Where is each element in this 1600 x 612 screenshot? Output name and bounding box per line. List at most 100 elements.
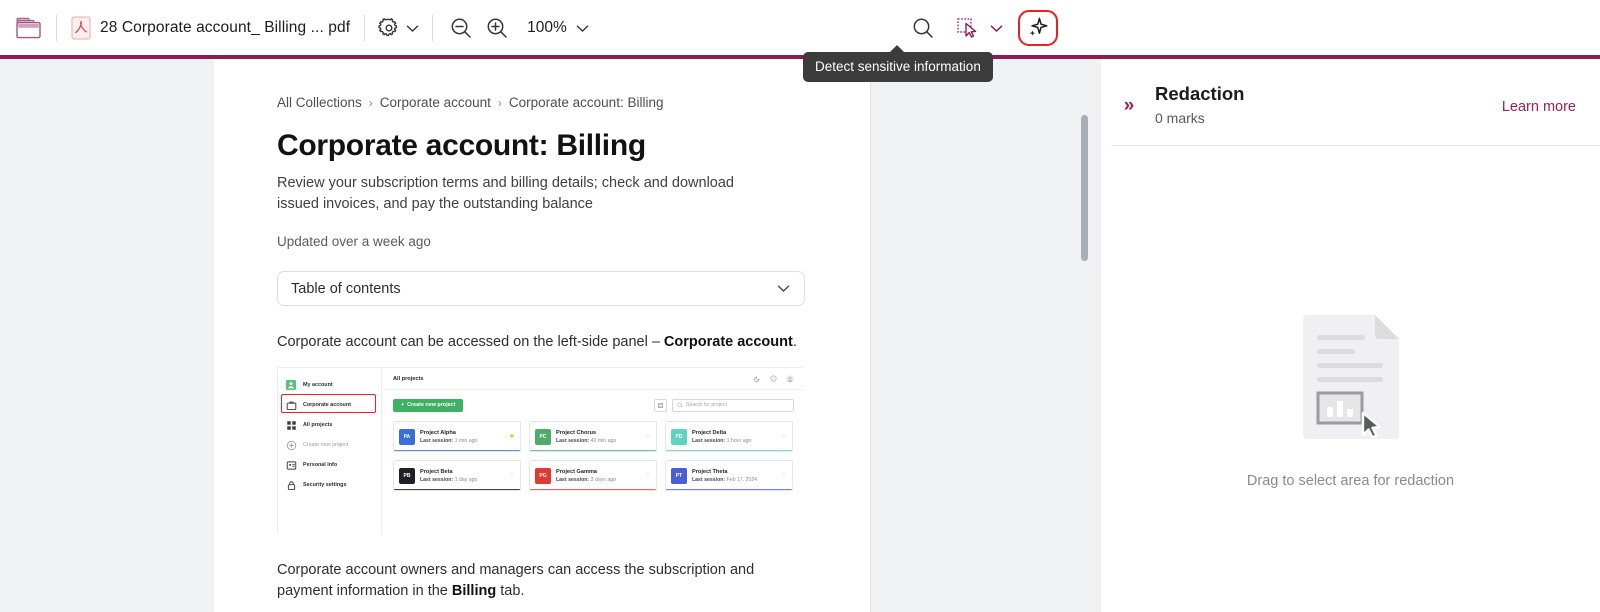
project-card-text: Project Alpha Last session: 1 min ago	[420, 430, 504, 444]
search-icon[interactable]	[905, 11, 941, 45]
sidebar-item-my-account[interactable]: My account	[278, 375, 381, 395]
folder-icon[interactable]	[12, 11, 46, 45]
embedded-toolbar: + Create new project Search for project	[383, 390, 803, 420]
sidebar-item-personal-info[interactable]: Personal info	[278, 455, 381, 475]
sidebar-item-label: Personal info	[303, 462, 338, 469]
redaction-title: Redaction	[1155, 83, 1245, 104]
project-meta-value: Feb 17, 2024	[726, 476, 758, 483]
project-card-text: Project Delta Last session: 1 hour ago	[692, 430, 776, 444]
paragraph-1: Corporate account can be accessed on the…	[277, 334, 817, 350]
zoom-level-dropdown[interactable]: 100%	[515, 19, 589, 37]
help-circle-icon[interactable]: ?	[770, 375, 777, 382]
embedded-toolbar-right: Search for project	[654, 398, 794, 412]
project-card[interactable]: PB Project Beta Last session: 1 day ago …	[393, 460, 521, 492]
redaction-panel: » Redaction 0 marks Learn more Drag to s…	[1101, 59, 1600, 612]
project-initials-tile: PA	[399, 428, 415, 445]
detect-sensitive-information-button[interactable]	[1015, 9, 1061, 47]
project-name: Project Delta	[692, 429, 727, 436]
sidebar-item-create-new-project[interactable]: Create new project	[278, 435, 381, 455]
breadcrumb-item-corporate-account[interactable]: Corporate account	[380, 95, 491, 110]
select-area-tool[interactable]	[955, 16, 1003, 40]
list-view-icon[interactable]	[654, 398, 667, 412]
create-new-project-button[interactable]: + Create new project	[393, 398, 464, 412]
project-meta: Last session: 1 hour ago	[692, 438, 776, 444]
project-accent-bar	[666, 449, 792, 452]
breadcrumb-item-all-collections[interactable]: All Collections	[277, 95, 362, 110]
select-area-cursor-icon	[957, 18, 977, 38]
paragraph-1-suffix: .	[792, 334, 797, 351]
project-meta-label: Last session:	[692, 476, 726, 483]
breadcrumb: All Collections › Corporate account › Co…	[277, 95, 817, 110]
project-card[interactable]: PG Project Gamma Last session: 3 days ag…	[529, 460, 657, 492]
project-card-text: Project Theta Last session: Feb 17, 2024	[692, 469, 776, 483]
table-of-contents-dropdown[interactable]: Table of contents	[277, 271, 805, 307]
star-icon-filled[interactable]: ★	[509, 433, 515, 440]
project-meta-label: Last session:	[420, 476, 454, 483]
project-meta: Last session: 1 day ago	[420, 477, 504, 483]
zoom-out-icon-svg	[451, 18, 471, 38]
toolbar-right-group	[905, 9, 1061, 47]
project-meta-label: Last session:	[556, 437, 590, 444]
project-meta-value: 1 day ago	[454, 476, 478, 483]
embedded-header-icons: ?	[754, 374, 794, 383]
project-meta: Last session: 1 min ago	[420, 438, 504, 444]
star-icon-outline[interactable]: ☆	[645, 433, 651, 440]
sidebar-item-label: My account	[303, 382, 333, 389]
project-card[interactable]: PT Project Theta Last session: Feb 17, 2…	[665, 460, 793, 492]
document-selection-icon	[1302, 315, 1399, 439]
redaction-marks-count: 0 marks	[1155, 110, 1205, 126]
zoom-out-icon[interactable]	[443, 11, 479, 45]
learn-more-link[interactable]: Learn more	[1502, 99, 1576, 115]
page-title: Corporate account: Billing	[277, 129, 646, 162]
embedded-search-placeholder: Search for project	[686, 402, 727, 409]
embedded-search-input[interactable]: Search for project	[672, 398, 794, 412]
project-initials-tile: PB	[399, 467, 415, 484]
project-meta-value: 40 min ago	[590, 437, 617, 444]
star-icon-outline[interactable]: ☆	[781, 472, 787, 479]
sidebar-item-label: Create new project	[303, 442, 349, 449]
embedded-app-screenshot: My account Corporate account All project…	[277, 367, 803, 536]
moon-icon[interactable]	[754, 375, 761, 383]
settings-menu-button[interactable]	[375, 11, 422, 45]
project-name: Project Chorus	[556, 429, 597, 436]
table-of-contents-label: Table of contents	[291, 280, 401, 297]
project-meta: Last session: 40 min ago	[556, 438, 640, 444]
project-card[interactable]: PA Project Alpha Last session: 1 min ago…	[393, 421, 521, 453]
project-card-text: Project Chorus Last session: 40 min ago	[556, 430, 640, 444]
chevron-down-icon	[990, 24, 1003, 32]
breadcrumb-item-corporate-account-billing[interactable]: Corporate account: Billing	[509, 95, 664, 110]
sidebar-item-corporate-account[interactable]: Corporate account	[278, 395, 381, 415]
project-meta: Last session: 3 days ago	[556, 477, 640, 483]
project-meta-value: 1 min ago	[454, 437, 478, 444]
paragraph-2-suffix: tab.	[496, 582, 525, 599]
avatar[interactable]	[786, 374, 794, 383]
embedded-sidebar: My account Corporate account All project…	[278, 368, 382, 536]
file-name-chip[interactable]: 28 Corporate account_ Billing ... pdf	[67, 11, 354, 45]
sidebar-item-security-settings[interactable]: Security settings	[278, 475, 381, 495]
double-chevron-right-icon[interactable]: »	[1117, 96, 1141, 115]
updated-timestamp: Updated over a week ago	[277, 234, 431, 250]
project-card-text: Project Gamma Last session: 3 days ago	[556, 469, 640, 483]
embedded-main-area: All projects ? + Create new project Sear…	[383, 368, 803, 536]
sidebar-item-all-projects[interactable]: All projects	[278, 415, 381, 435]
file-name-label: 28 Corporate account_ Billing ... pdf	[100, 19, 351, 36]
zoom-in-icon[interactable]	[479, 11, 515, 45]
svg-text:?: ?	[773, 377, 775, 381]
project-card[interactable]: PD Project Delta Last session: 1 hour ag…	[665, 421, 793, 453]
sidebar-item-label: Corporate account	[303, 402, 351, 409]
vertical-scrollbar[interactable]	[1081, 115, 1088, 261]
star-icon-outline[interactable]: ☆	[509, 472, 515, 479]
project-meta: Last session: Feb 17, 2024	[692, 477, 776, 483]
tooltip-arrow	[889, 45, 905, 53]
zoom-level-label: 100%	[527, 19, 567, 36]
star-icon-outline[interactable]: ☆	[781, 433, 787, 440]
project-accent-bar	[666, 488, 792, 491]
page-subtitle: Review your subscription terms and billi…	[277, 175, 734, 212]
project-card[interactable]: PC Project Chorus Last session: 40 min a…	[529, 421, 657, 453]
toolbar-divider-1	[56, 15, 57, 41]
star-icon-outline[interactable]: ☆	[645, 472, 651, 479]
toolbar-divider-3	[432, 15, 434, 41]
chevron-down-icon	[777, 285, 790, 293]
project-initials-tile: PT	[671, 467, 687, 484]
project-meta-label: Last session:	[556, 476, 590, 483]
